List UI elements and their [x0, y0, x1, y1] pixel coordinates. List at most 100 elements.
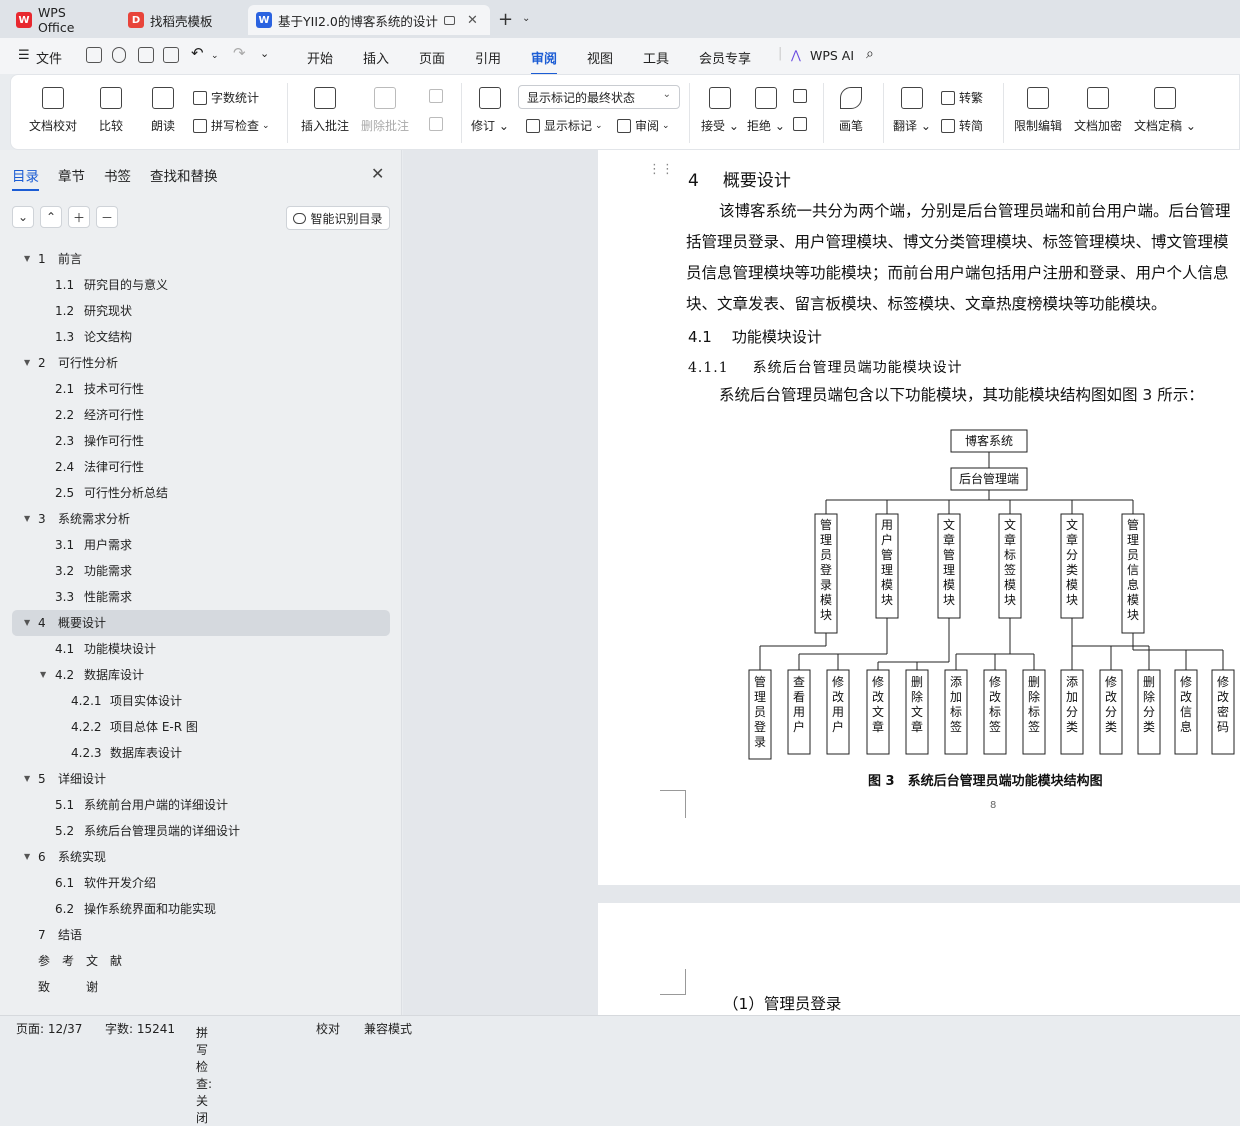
expand-triangle-icon[interactable]: ▼ — [24, 246, 30, 272]
word-count-button[interactable]: 字数统计 — [193, 89, 259, 106]
delete-comment-button[interactable]: 删除批注 — [361, 87, 409, 134]
collapse-down-button[interactable]: ⌄ — [12, 206, 34, 228]
undo-icon[interactable]: ↶ — [191, 44, 204, 62]
expand-triangle-icon[interactable]: ▼ — [24, 610, 30, 636]
toc-item[interactable]: 4.1 功能模块设计 — [12, 636, 390, 662]
tab-current-document[interactable]: W 基于YII2.0的博客系统的设计与 ✕ — [248, 5, 490, 35]
print-preview-icon[interactable] — [163, 47, 179, 63]
tab-bookmarks[interactable]: 书签 — [104, 165, 131, 185]
menu-wps-ai[interactable]: WPS AI — [810, 48, 854, 63]
toc-item[interactable]: 5.2 系统后台管理员端的详细设计 — [12, 818, 390, 844]
share-link-icon[interactable] — [112, 47, 126, 63]
toc-item[interactable]: 7 结语 — [12, 922, 390, 948]
toc-item[interactable]: 1.1 研究目的与意义 — [12, 272, 390, 298]
finalize-button[interactable]: 文档定稿 ⌄ — [1134, 87, 1196, 134]
menu-start[interactable]: 开始 — [307, 48, 333, 67]
word-count-indicator[interactable]: 字数: 15241 — [105, 1020, 175, 1037]
more-chevron-icon[interactable]: ⌄ — [260, 47, 269, 60]
toc-item[interactable]: ▼ 4 概要设计 — [12, 610, 390, 636]
show-markup-button[interactable]: 显示标记 ⌄ — [526, 117, 603, 134]
toc-item[interactable]: 2.5 可行性分析总结 — [12, 480, 390, 506]
toc-item[interactable]: 3.1 用户需求 — [12, 532, 390, 558]
menu-member[interactable]: 会员专享 — [699, 48, 751, 67]
menu-file[interactable]: 文件 — [36, 48, 62, 67]
new-tab-plus-icon[interactable]: + — [498, 9, 513, 30]
toc-item[interactable]: ▼ 3 系统需求分析 — [12, 506, 390, 532]
review-pane-button[interactable]: 审阅 ⌄ — [617, 117, 670, 134]
menu-tools[interactable]: 工具 — [643, 48, 669, 67]
toc-item[interactable]: ▼ 2 可行性分析 — [12, 350, 390, 376]
print-icon[interactable] — [138, 47, 154, 63]
menu-reference[interactable]: 引用 — [475, 48, 501, 67]
tab-toc[interactable]: 目录 — [12, 165, 39, 191]
tab-wps-office[interactable]: W WPS Office — [8, 5, 114, 35]
tab-chapters[interactable]: 章节 — [58, 165, 85, 185]
expand-triangle-icon[interactable]: ▼ — [24, 506, 30, 532]
menu-page[interactable]: 页面 — [419, 48, 445, 67]
pen-button[interactable]: 画笔 — [839, 87, 863, 134]
toc-item[interactable]: 6.1 软件开发介绍 — [12, 870, 390, 896]
tab-docer-templates[interactable]: D 找稻壳模板 — [120, 5, 244, 35]
toc-item[interactable]: 4.2.1 项目实体设计 — [12, 688, 390, 714]
toc-item[interactable]: ▼ 4.2 数据库设计 — [12, 662, 390, 688]
toc-item[interactable]: ▼ 6 系统实现 — [12, 844, 390, 870]
menu-view[interactable]: 视图 — [587, 48, 613, 67]
redo-icon[interactable]: ↷ — [233, 44, 246, 62]
to-simplified-button[interactable]: 转简 — [941, 117, 983, 134]
prev-comment-button[interactable] — [429, 89, 447, 103]
toc-item[interactable]: 参 考 文 献 — [12, 948, 390, 974]
doc-check-button[interactable]: 文档校对 — [29, 87, 77, 134]
toc-item[interactable]: ▼ 1 前言 — [12, 246, 390, 272]
toc-item[interactable]: 4.2.2 项目总体 E-R 图 — [12, 714, 390, 740]
toc-item[interactable]: 5.1 系统前台用户端的详细设计 — [12, 792, 390, 818]
toc-item[interactable]: 3.3 性能需求 — [12, 584, 390, 610]
collapse-all-button[interactable]: － — [96, 206, 118, 228]
insert-comment-button[interactable]: 插入批注 — [301, 87, 349, 134]
track-changes-button[interactable]: 修订 ⌄ — [471, 87, 509, 134]
read-aloud-button[interactable]: 朗读 — [151, 87, 175, 134]
restrict-edit-button[interactable]: 限制编辑 — [1014, 87, 1062, 134]
toc-item[interactable]: 2.2 经济可行性 — [12, 402, 390, 428]
page-indicator[interactable]: 页面: 12/37 — [16, 1020, 82, 1037]
menu-icon[interactable]: ☰ — [18, 48, 30, 63]
next-comment-button[interactable] — [429, 117, 447, 131]
toc-item[interactable]: 1.3 论文结构 — [12, 324, 390, 350]
smart-toc-button[interactable]: 智能识别目录 — [286, 206, 390, 230]
expand-triangle-icon[interactable]: ▼ — [24, 350, 30, 376]
close-icon[interactable]: ✕ — [371, 164, 384, 183]
translate-button[interactable]: 翻译 ⌄ — [893, 87, 931, 134]
menu-review[interactable]: 审阅 — [531, 48, 558, 75]
tab-list-chevron-icon[interactable]: ⌄ — [522, 13, 530, 24]
encrypt-button[interactable]: 文档加密 — [1074, 87, 1122, 134]
proofread-indicator[interactable]: 校对 — [316, 1020, 340, 1037]
compare-button[interactable]: 比较 — [99, 87, 123, 134]
undo-chevron-icon[interactable]: ⌄ — [211, 51, 219, 61]
next-change-button[interactable] — [793, 117, 811, 131]
toc-item[interactable]: 2.1 技术可行性 — [12, 376, 390, 402]
accept-button[interactable]: 接受 ⌄ — [701, 87, 739, 134]
expand-triangle-icon[interactable]: ▼ — [24, 766, 30, 792]
toc-item[interactable]: 致 谢 — [12, 974, 390, 1000]
collapse-up-button[interactable]: ⌃ — [40, 206, 62, 228]
expand-all-button[interactable]: ＋ — [68, 206, 90, 228]
expand-triangle-icon[interactable]: ▼ — [24, 844, 30, 870]
toc-item[interactable]: 1.2 研究现状 — [12, 298, 390, 324]
toc-item[interactable]: 6.2 操作系统界面和功能实现 — [12, 896, 390, 922]
menu-insert[interactable]: 插入 — [363, 48, 389, 67]
toc-item[interactable]: 2.3 操作可行性 — [12, 428, 390, 454]
search-icon[interactable]: ⌕ — [866, 46, 874, 62]
save-icon[interactable] — [86, 47, 102, 63]
spell-check-button[interactable]: 拼写检查 ⌄ — [193, 117, 270, 134]
toc-item[interactable]: 3.2 功能需求 — [12, 558, 390, 584]
tab-find-replace[interactable]: 查找和替换 — [150, 165, 218, 185]
reject-button[interactable]: 拒绝 ⌄ — [747, 87, 785, 134]
toc-item[interactable]: ▼ 5 详细设计 — [12, 766, 390, 792]
toc-item[interactable]: 4.2.3 数据库表设计 — [12, 740, 390, 766]
markup-state-select[interactable]: 显示标记的最终状态 ⌄ — [518, 85, 680, 109]
expand-triangle-icon[interactable]: ▼ — [40, 662, 46, 688]
to-traditional-button[interactable]: 转繁 — [941, 89, 983, 106]
prev-change-button[interactable] — [793, 89, 811, 103]
drag-handle-icon[interactable]: ⋮⋮ — [648, 162, 674, 177]
toc-item[interactable]: 2.4 法律可行性 — [12, 454, 390, 480]
close-tab-icon[interactable]: ✕ — [467, 13, 478, 28]
